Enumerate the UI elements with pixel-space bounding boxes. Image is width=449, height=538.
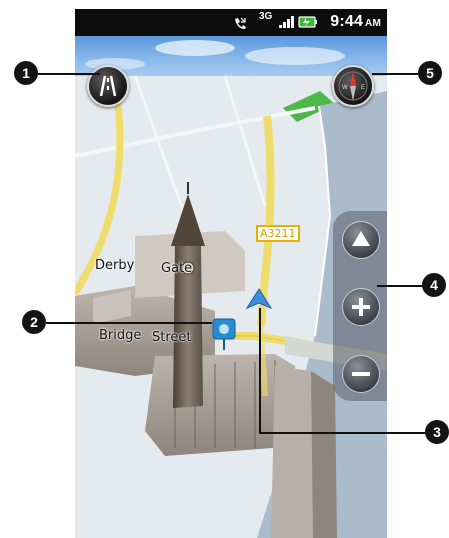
battery-icon [298, 16, 317, 28]
zoom-out-button[interactable] [342, 355, 380, 393]
status-bar: 3G 9:44 AM [75, 9, 387, 36]
zoom-in-button[interactable] [342, 288, 380, 326]
tilt-up-button[interactable] [342, 221, 380, 259]
callout-5: 5 [418, 61, 442, 85]
callout-3-line-vertical [259, 308, 261, 433]
road-label-derby: Derby [95, 258, 135, 273]
signal-icon [279, 16, 294, 28]
tower-building [271, 366, 313, 538]
road-number-sign: A3211 [256, 225, 300, 242]
zoom-out-icon [352, 372, 370, 376]
svg-text:E: E [361, 85, 365, 91]
callout-2: 2 [22, 310, 46, 334]
road-label-bridge: Bridge [99, 328, 142, 343]
road-label-gate: Gate [161, 261, 193, 276]
clock-ampm: AM [365, 18, 381, 29]
callout-1: 1 [14, 61, 38, 85]
callout-4: 4 [422, 273, 446, 297]
zoom-in-icon [352, 298, 370, 316]
clock: 9:44 AM [330, 13, 381, 31]
zoom-controls [333, 211, 387, 401]
compass-button[interactable]: W E [332, 65, 374, 107]
callout-1-line [38, 73, 100, 75]
svg-text:W: W [342, 85, 348, 91]
network-type: 3G [259, 11, 273, 22]
missed-call-icon [235, 17, 246, 29]
compass-icon: W E [338, 71, 368, 101]
lane-guidance-button[interactable] [87, 65, 129, 107]
callout-4-line [377, 285, 425, 287]
tilt-up-icon [352, 231, 370, 246]
callout-5-line [372, 73, 418, 75]
phone-screen: 3G 9:44 AM Derby Gate Bridge Street A321… [75, 9, 387, 538]
navigation-map[interactable]: Derby Gate Bridge Street A3211 W E [75, 36, 387, 538]
callout-2-line [46, 322, 212, 324]
clock-time: 9:44 [330, 13, 364, 30]
callout-3-line-horizontal [259, 432, 425, 434]
callout-3: 3 [425, 420, 449, 444]
road-label-street: Street [152, 330, 192, 345]
